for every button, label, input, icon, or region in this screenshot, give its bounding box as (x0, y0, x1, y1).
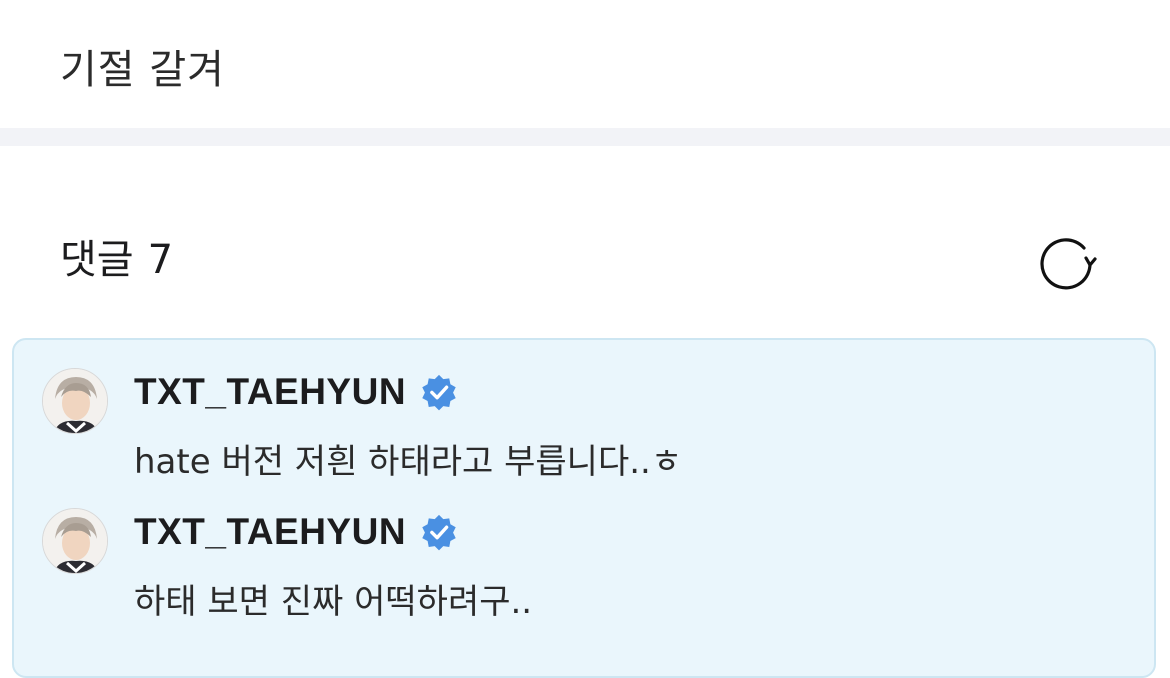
comments-label: 댓글 (60, 237, 134, 283)
refresh-icon (1040, 238, 1097, 290)
verified-badge-icon (422, 374, 456, 411)
avatar-image (43, 509, 107, 573)
author-name[interactable]: TXT_TAEHYUN (134, 371, 406, 413)
avatar[interactable] (42, 368, 108, 434)
author-name[interactable]: TXT_TAEHYUN (134, 511, 406, 553)
comments-title: 댓글 7 (60, 234, 173, 286)
comment-item[interactable]: TXT_TAEHYUN hate 버전 저흰 하태라고 부릅니다..ㅎ (14, 340, 1158, 482)
post-text: 기절 갈겨 (60, 47, 225, 93)
avatar[interactable] (42, 508, 108, 574)
author-row: TXT_TAEHYUN (134, 510, 458, 554)
verified-badge-icon (422, 514, 456, 551)
comment-item[interactable]: TXT_TAEHYUN 하태 보면 진짜 어떡하려구.. (14, 480, 1158, 622)
refresh-button[interactable] (1036, 232, 1100, 296)
comments-header: 댓글 7 (0, 146, 1170, 336)
comments-count: 7 (147, 237, 174, 283)
author-row: TXT_TAEHYUN (134, 370, 458, 414)
highlighted-comments: TXT_TAEHYUN hate 버전 저흰 하태라고 부릅니다..ㅎ TXT_… (12, 338, 1156, 678)
comment-text: hate 버전 저흰 하태라고 부릅니다..ㅎ (134, 442, 683, 482)
comment-text: 하태 보면 진짜 어떡하려구.. (134, 582, 533, 622)
avatar-image (43, 369, 107, 433)
section-divider (0, 128, 1170, 146)
post-body: 기절 갈겨 (0, 0, 1170, 128)
